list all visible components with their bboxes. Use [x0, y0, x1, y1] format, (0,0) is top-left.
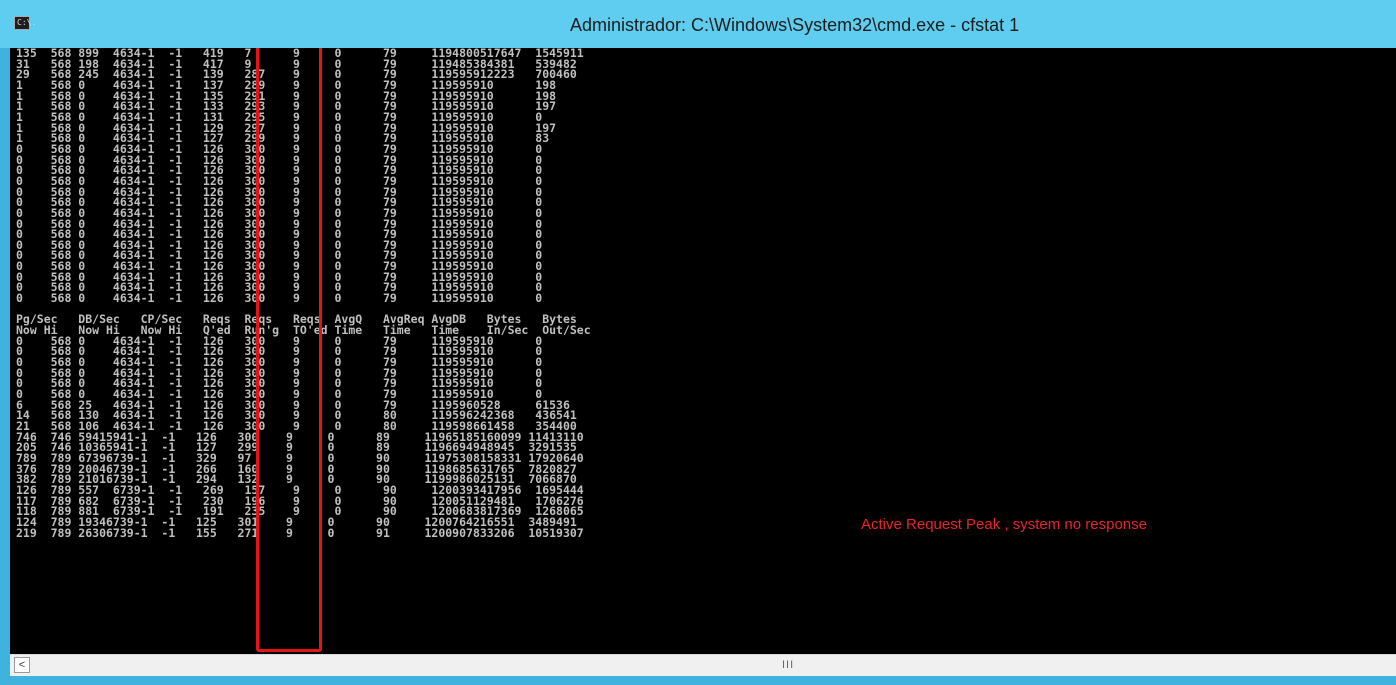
cmd-icon[interactable]: C:\. [14, 16, 36, 30]
console-output-area[interactable]: 135 568 899 4634-1 -1 419 7 9 0 79 11948… [10, 48, 1396, 654]
window-bottom-border [0, 676, 1396, 685]
reqs-running-highlight-box [256, 48, 322, 652]
title-bar[interactable]: C:\. Administrador: C:\Windows\System32\… [0, 0, 1396, 48]
window-title: Administrador: C:\Windows\System32\cmd.e… [570, 15, 1020, 35]
console-window: C:\. Administrador: C:\Windows\System32\… [0, 0, 1396, 685]
horizontal-scrollbar[interactable]: < III [10, 654, 1396, 676]
annotation-label: Active Request Peak , system no response [861, 516, 1147, 533]
cmd-icon-text: C:\. [17, 18, 37, 27]
scroll-left-button[interactable]: < [14, 657, 30, 673]
scrollbar-grip-icon[interactable]: III [782, 659, 794, 671]
